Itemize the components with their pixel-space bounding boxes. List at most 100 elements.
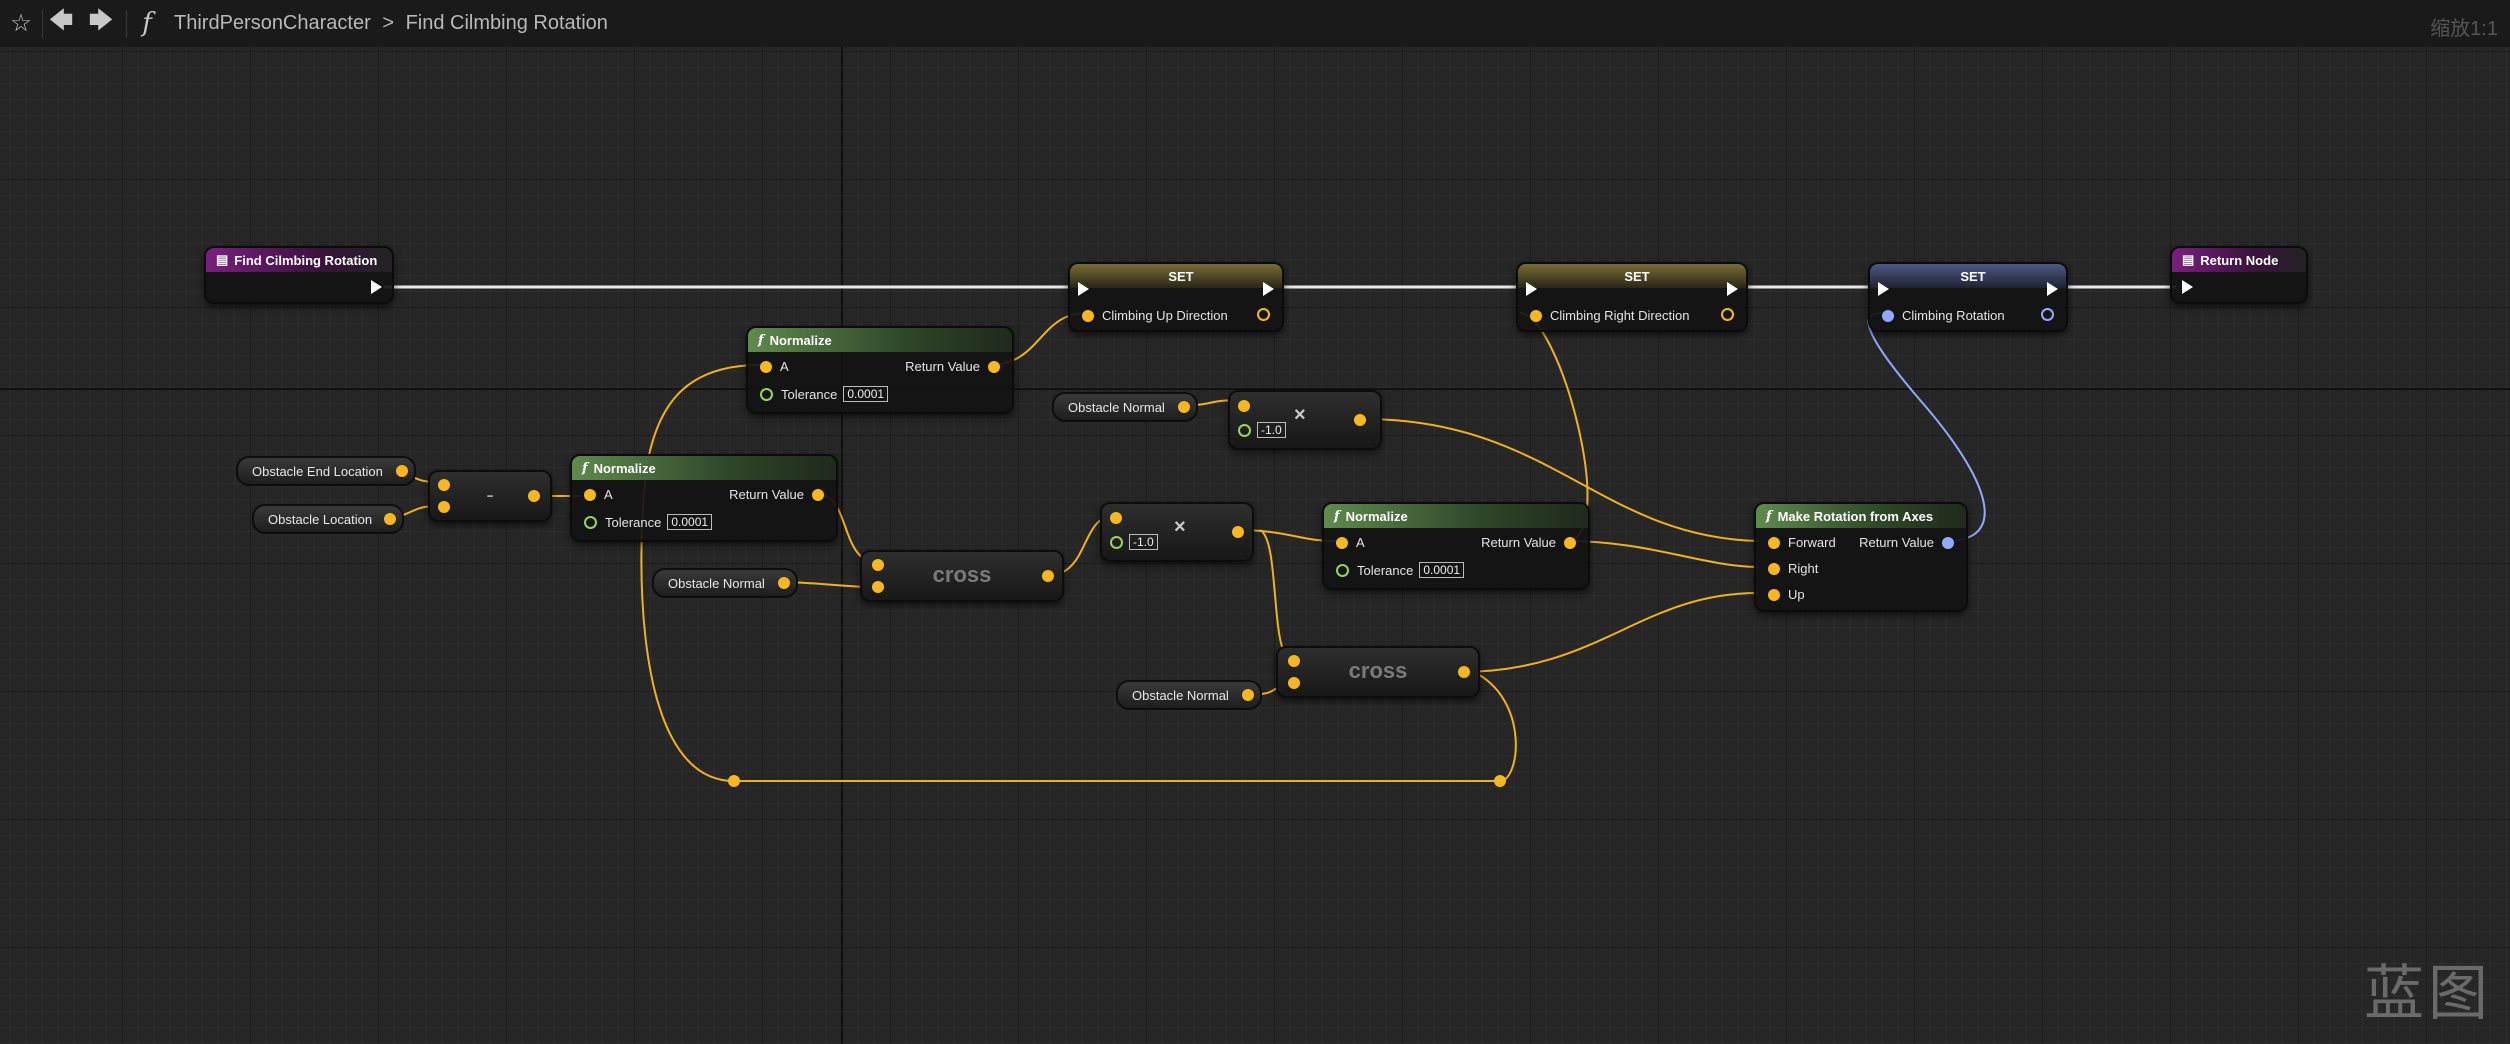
obstacle-location-getter[interactable]: Obstacle Location xyxy=(252,504,404,534)
blueprint-toolbar: ☆ 🡄 🡆 f ThirdPersonCharacter > Find Cilm… xyxy=(0,0,2510,48)
node-title: SET xyxy=(1168,268,1194,284)
up-pin[interactable] xyxy=(1768,588,1780,601)
vector-in-pin[interactable] xyxy=(1238,400,1250,412)
vector-out-pin[interactable] xyxy=(812,488,824,501)
function-entry-node[interactable]: ▤ Find Cilmbing Rotation xyxy=(204,246,394,304)
pin-label: Return Value xyxy=(1481,535,1556,550)
return-node[interactable]: ▤ Return Node xyxy=(2170,246,2308,304)
breadcrumb-separator: > xyxy=(382,12,394,34)
toolbar-divider xyxy=(42,10,43,38)
variable-label: Obstacle Normal xyxy=(668,575,765,591)
blueprint-watermark: 蓝图 xyxy=(2364,959,2492,1029)
breadcrumb-parent[interactable]: ThirdPersonCharacter xyxy=(174,12,371,34)
vector-in-pin[interactable] xyxy=(1336,536,1348,549)
graph-origin-axis-vertical xyxy=(841,47,843,1044)
pin-label: Tolerance xyxy=(605,514,662,530)
back-arrow-icon[interactable]: 🡄 xyxy=(46,7,76,38)
cross-product-node[interactable]: cross xyxy=(860,550,1064,602)
vector-out-pin[interactable] xyxy=(778,577,790,589)
obstacle-normal-getter[interactable]: Obstacle Normal xyxy=(652,568,798,598)
exec-out-pin[interactable] xyxy=(1263,282,1274,296)
tolerance-field[interactable]: 0.0001 xyxy=(667,514,713,530)
function-icon: f xyxy=(758,332,764,348)
breadcrumb-current: Find Cilmbing Rotation xyxy=(405,12,608,34)
vector-out-pin[interactable] xyxy=(1458,666,1470,678)
obstacle-end-location-getter[interactable]: Obstacle End Location xyxy=(236,456,416,486)
normalize-node[interactable]: f Normalize A Return Value Tolerance 0.000… xyxy=(570,454,838,542)
exec-out-pin[interactable] xyxy=(1727,282,1738,296)
return-node-icon: ▤ xyxy=(2182,252,2195,267)
forward-arrow-icon[interactable]: 🡆 xyxy=(86,7,116,38)
vector-out-pin[interactable] xyxy=(528,490,540,502)
node-header: f Normalize xyxy=(748,328,1012,352)
cross-product-node[interactable]: cross xyxy=(1276,646,1480,698)
vector-in-pin[interactable] xyxy=(1110,512,1122,524)
vector-out-pin[interactable] xyxy=(1232,526,1244,538)
set-climbing-right-direction-node[interactable]: SET Climbing Right Direction xyxy=(1516,262,1748,332)
exec-in-pin[interactable] xyxy=(1878,282,1889,296)
float-in-pin[interactable] xyxy=(1110,535,1123,549)
vector-out-pin[interactable] xyxy=(1178,401,1190,413)
exec-in-pin[interactable] xyxy=(1526,282,1537,296)
node-title: Make Rotation from Axes xyxy=(1777,508,1934,524)
multiply-node[interactable]: -1.0 × xyxy=(1100,502,1254,562)
pin-label: Return Value xyxy=(1859,535,1934,550)
rotator-out-pin[interactable] xyxy=(2041,308,2054,321)
vector-out-pin[interactable] xyxy=(1042,570,1054,582)
cross-label: cross xyxy=(1348,658,1408,683)
set-climbing-rotation-node[interactable]: SET Climbing Rotation xyxy=(1868,262,2068,332)
vector-out-pin[interactable] xyxy=(988,360,1000,373)
vector-out-pin[interactable] xyxy=(1564,536,1576,549)
zoom-level: 缩放1:1 xyxy=(2430,18,2498,40)
normalize-node[interactable]: f Normalize A Return Value Tolerance 0.000… xyxy=(746,326,1014,414)
exec-out-pin[interactable] xyxy=(371,280,382,294)
pin-label: A xyxy=(1356,535,1365,550)
multiplier-field[interactable]: -1.0 xyxy=(1257,422,1286,438)
vector-out-pin[interactable] xyxy=(1354,414,1366,426)
vector-in-pin[interactable] xyxy=(760,360,772,373)
tolerance-field[interactable]: 0.0001 xyxy=(843,386,889,402)
node-header: SET xyxy=(1870,264,2066,288)
variable-label: Obstacle Normal xyxy=(1132,687,1229,703)
exec-out-pin[interactable] xyxy=(2047,282,2058,296)
exec-in-pin[interactable] xyxy=(1078,282,1089,296)
pin-label: A xyxy=(604,487,613,502)
node-header: f Make Rotation from Axes xyxy=(1756,504,1966,528)
right-pin[interactable] xyxy=(1768,562,1780,575)
node-header: SET xyxy=(1070,264,1282,288)
vector-out-pin[interactable] xyxy=(396,465,408,477)
normalize-node[interactable]: f Normalize A Return Value Tolerance 0.000… xyxy=(1322,502,1590,590)
obstacle-normal-getter[interactable]: Obstacle Normal xyxy=(1052,392,1198,422)
graph-canvas[interactable] xyxy=(0,47,2510,1044)
cross-label: cross xyxy=(932,562,992,587)
multiply-node[interactable]: -1.0 × xyxy=(1228,390,1382,450)
float-in-pin[interactable] xyxy=(1336,563,1349,577)
forward-pin[interactable] xyxy=(1768,536,1780,549)
obstacle-normal-getter[interactable]: Obstacle Normal xyxy=(1116,680,1262,710)
exec-in-pin[interactable] xyxy=(2182,280,2193,294)
function-icon: f xyxy=(1766,508,1772,524)
float-in-pin[interactable] xyxy=(760,387,773,401)
variable-label: Obstacle Location xyxy=(268,511,373,527)
multiplier-field[interactable]: -1.0 xyxy=(1129,534,1158,550)
vector-in-pin[interactable] xyxy=(1082,309,1094,322)
float-in-pin[interactable] xyxy=(1238,423,1251,437)
vector-out-pin[interactable] xyxy=(384,513,396,525)
pin-label: Return Value xyxy=(905,359,980,374)
star-icon[interactable]: ☆ xyxy=(6,8,36,38)
multiply-symbol: × xyxy=(1174,516,1186,538)
subtract-node[interactable]: - xyxy=(428,470,552,522)
tolerance-field[interactable]: 0.0001 xyxy=(1419,562,1465,578)
rotator-in-pin[interactable] xyxy=(1882,309,1894,322)
vector-in-pin[interactable] xyxy=(584,488,596,501)
vector-in-pin[interactable] xyxy=(1530,309,1542,322)
float-in-pin[interactable] xyxy=(584,515,597,529)
pin-label: Tolerance xyxy=(781,386,838,402)
vector-out-pin[interactable] xyxy=(1257,308,1270,321)
set-climbing-up-direction-node[interactable]: SET Climbing Up Direction xyxy=(1068,262,1284,332)
vector-out-pin[interactable] xyxy=(1242,689,1254,701)
make-rotation-from-axes-node[interactable]: f Make Rotation from Axes Forward Return … xyxy=(1754,502,1968,612)
node-title: SET xyxy=(1624,268,1650,284)
rotator-out-pin[interactable] xyxy=(1942,536,1954,549)
vector-out-pin[interactable] xyxy=(1721,308,1734,321)
